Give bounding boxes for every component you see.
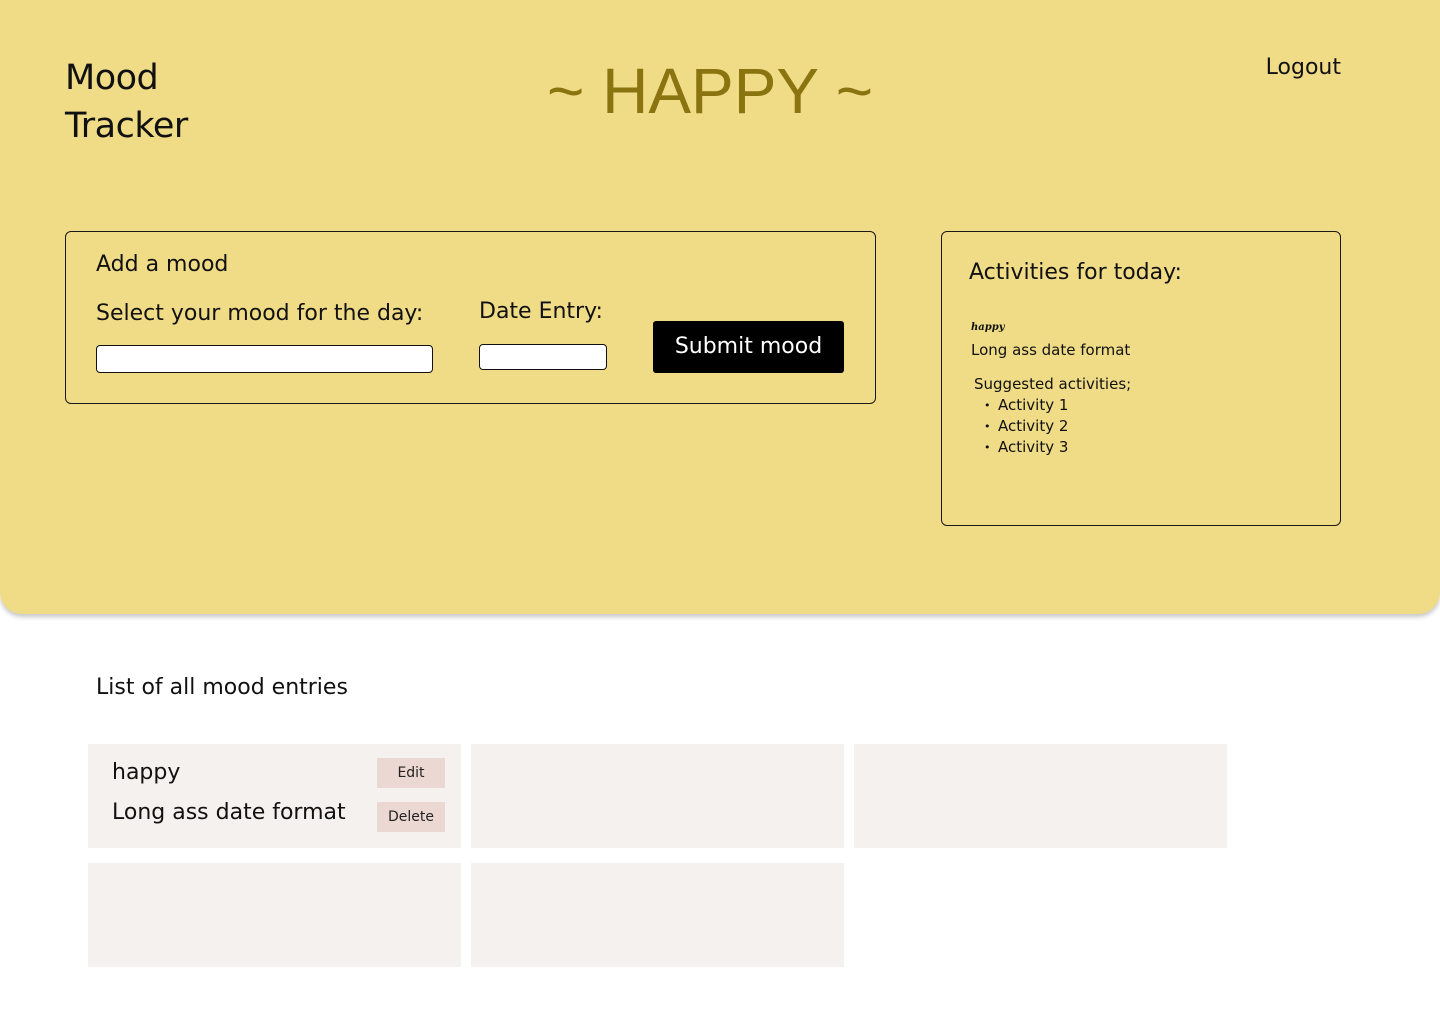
mood-entry-card: happy Long ass date format Edit Delete <box>88 744 461 848</box>
submit-mood-button[interactable]: Submit mood <box>653 321 844 373</box>
activity-item: Activity 3 <box>982 437 1068 458</box>
activity-item: Activity 1 <box>982 395 1068 416</box>
entries-list-title: List of all mood entries <box>96 675 348 700</box>
activities-date: Long ass date format <box>971 341 1131 359</box>
activities-title: Activities for today: <box>969 260 1182 285</box>
empty-entry-card <box>471 863 844 967</box>
brand-line-2: Tracker <box>65 106 188 146</box>
add-mood-title: Add a mood <box>96 252 229 277</box>
empty-entry-card <box>471 744 844 848</box>
activities-mood: happy <box>971 322 1005 333</box>
empty-entry-card <box>88 863 461 967</box>
app-logo: Mood Tracker <box>65 54 265 150</box>
mood-input[interactable] <box>96 345 433 373</box>
edit-button[interactable]: Edit <box>377 758 445 788</box>
date-entry-input[interactable] <box>479 344 607 370</box>
suggested-activities-list: Activity 1 Activity 2 Activity 3 <box>982 395 1068 458</box>
suggested-activities-label: Suggested activities; <box>974 375 1132 393</box>
empty-entry-card <box>854 744 1227 848</box>
activities-card: Activities for today: happy Long ass dat… <box>941 231 1341 526</box>
current-mood-heading: ~ HAPPY ~ <box>546 55 874 127</box>
mood-select-label: Select your mood for the day: <box>96 301 424 326</box>
add-mood-card: Add a mood Select your mood for the day:… <box>65 231 876 404</box>
logout-link[interactable]: Logout <box>1240 52 1341 84</box>
date-entry-label: Date Entry: <box>479 299 603 324</box>
hero-panel: Mood Tracker ~ HAPPY ~ Logout Add a mood… <box>0 0 1440 614</box>
entry-mood: happy <box>112 760 181 785</box>
entry-date: Long ass date format <box>112 800 346 825</box>
activity-item: Activity 2 <box>982 416 1068 437</box>
delete-button[interactable]: Delete <box>377 802 445 832</box>
brand-line-1: Mood <box>65 58 159 98</box>
